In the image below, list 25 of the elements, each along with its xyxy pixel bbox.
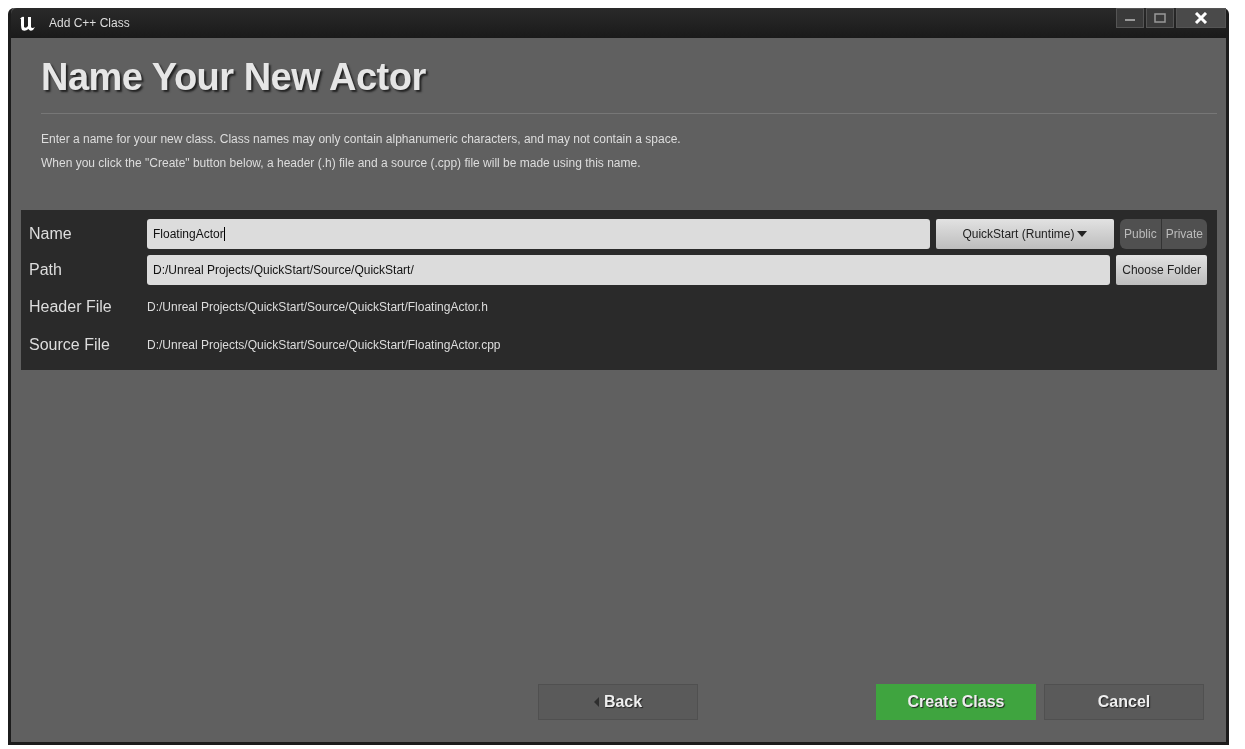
source-file-path: D:/Unreal Projects/QuickStart/Source/QuickStart/FloatingActor.cpp bbox=[147, 338, 501, 352]
maximize-button[interactable] bbox=[1146, 8, 1174, 28]
choose-folder-button[interactable]: Choose Folder bbox=[1116, 255, 1207, 285]
page-heading: Name Your New Actor bbox=[41, 56, 427, 99]
window-title: Add C++ Class bbox=[49, 16, 130, 30]
field-label: Path bbox=[29, 261, 63, 279]
back-button[interactable]: Back bbox=[538, 684, 698, 720]
caret-icon bbox=[1077, 231, 1088, 237]
minimize-button[interactable] bbox=[1116, 8, 1144, 28]
field-label: Source File bbox=[29, 336, 111, 354]
description-text: Enter a name for your new class. Class names may only contain alphanumeric characters, and may not contain a space. bbox=[41, 132, 682, 146]
close-icon bbox=[1194, 12, 1208, 24]
cancel-button[interactable]: Cancel bbox=[1044, 684, 1204, 720]
field-label: Name bbox=[29, 225, 73, 243]
close-button[interactable] bbox=[1176, 8, 1226, 28]
visibility-toggle[interactable]: Private bbox=[1160, 219, 1207, 249]
header-file-path: D:/Unreal Projects/QuickStart/Source/QuickStart/FloatingActor.h bbox=[147, 300, 488, 314]
name-input-field[interactable]: FloatingActor bbox=[147, 219, 930, 249]
module-dropdown[interactable]: QuickStart (Runtime) bbox=[935, 219, 1114, 249]
description-text: When you click the "Create" button below, a header (.h) file and a source (.cpp) file will be made using this name. bbox=[41, 156, 642, 170]
visibility-toggle[interactable]: Public bbox=[1119, 219, 1161, 249]
chevron-left-icon bbox=[593, 697, 600, 707]
field-label: Header File bbox=[29, 298, 113, 316]
maximize-icon bbox=[1154, 13, 1166, 23]
path-input-field[interactable]: D:/Unreal Projects/QuickStart/Source/QuickStart/ bbox=[147, 255, 1111, 285]
